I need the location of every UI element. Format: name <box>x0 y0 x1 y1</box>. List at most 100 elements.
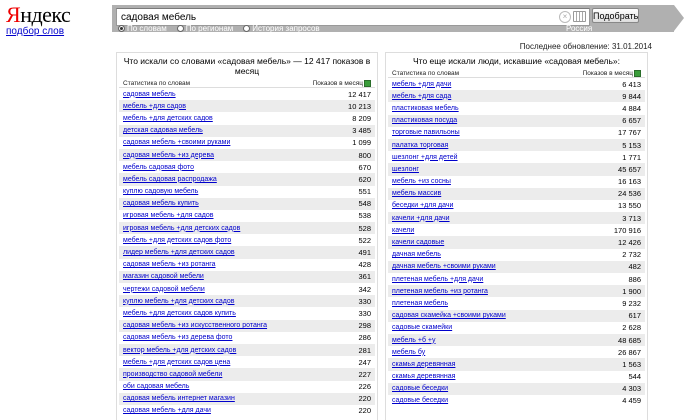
table-row: садовая мебель купить 548 <box>119 197 375 210</box>
impressions-count: 4 884 <box>622 103 641 113</box>
query-link[interactable]: качели садовые <box>392 239 444 246</box>
query-link[interactable]: вектор мебель +для детских садов <box>123 347 236 354</box>
query-link[interactable]: садовая скамейка +своими руками <box>392 312 506 319</box>
query-link[interactable]: мебель +для детских садов фото <box>123 237 231 244</box>
query-link[interactable]: мебель +б +у <box>392 337 436 344</box>
impressions-count: 2 732 <box>622 250 641 260</box>
query-link[interactable]: игровая мебель +для детских садов <box>123 225 240 232</box>
radio-icon[interactable] <box>176 25 184 32</box>
query-link[interactable]: мебель +из сосны <box>392 178 451 185</box>
query-link[interactable]: пластиковая посуда <box>392 117 457 124</box>
query-link[interactable]: шезлонг <box>392 166 419 173</box>
query-link[interactable]: магазин садовой мебели <box>123 273 204 280</box>
query-link[interactable]: садовые беседки <box>392 397 448 404</box>
query-link[interactable]: детская садовая мебель <box>123 127 203 134</box>
wordstat-link[interactable]: подбор слов <box>6 26 64 37</box>
right-panel: Что еще искали люди, искавшие «садовая м… <box>385 52 648 420</box>
table-row: пластиковая мебель 4 884 <box>388 102 645 114</box>
query-link[interactable]: беседки +для дачи <box>392 202 453 209</box>
query-link[interactable]: мебель +для садов <box>123 103 186 110</box>
query-link[interactable]: садовая мебель +своими руками <box>123 139 230 146</box>
query-link[interactable]: игровая мебель +для садов <box>123 212 214 219</box>
table-row: игровая мебель +для садов 538 <box>119 210 375 222</box>
query-link[interactable]: садовая мебель +из дерева фото <box>123 334 232 341</box>
mode-by-regions[interactable]: По регионам <box>176 24 233 33</box>
search-input[interactable] <box>121 10 561 24</box>
query-link[interactable]: плетеная мебель <box>392 300 448 307</box>
query-link[interactable]: садовая мебель +из ротанга <box>123 261 216 268</box>
query-link[interactable]: плетеная мебель +для дачи <box>392 276 483 283</box>
query-link[interactable]: пластиковая мебель <box>392 105 459 112</box>
query-link[interactable]: садовая мебель +для дачи <box>123 407 211 414</box>
table-row: плетеная мебель +из ротанга 1 900 <box>388 285 645 298</box>
query-link[interactable]: куплю мебель +для детских садов <box>123 298 234 305</box>
query-link[interactable]: мебель садовая фото <box>123 164 194 171</box>
query-link[interactable]: лидер мебель +для детских садов <box>123 249 235 256</box>
query-link[interactable]: садовая мебель +из дерева <box>123 152 214 159</box>
query-link[interactable]: дачная мебель +своими руками <box>392 263 496 270</box>
query-link[interactable]: качели <box>392 227 414 234</box>
table-row: пластиковая посуда 6 657 <box>388 114 645 127</box>
mode-history[interactable]: История запросов <box>243 24 320 33</box>
left-table-header: Статистика по словам Показов в месяц <box>119 76 375 88</box>
query-link[interactable]: мебель +для дачи <box>392 81 451 88</box>
table-row: куплю садовую мебель 551 <box>119 186 375 198</box>
query-link[interactable]: мебель +для сада <box>392 93 451 100</box>
impressions-count: 247 <box>358 357 371 367</box>
search-mode-group: По словам По регионам История запросов <box>118 24 320 33</box>
impressions-count: 428 <box>358 260 371 270</box>
query-link[interactable]: садовая мебель интернет магазин <box>123 395 235 402</box>
table-row: садовые скамейки 2 628 <box>388 322 645 334</box>
query-link[interactable]: мебель массив <box>392 190 441 197</box>
table-row: мебель бу 26 867 <box>388 346 645 358</box>
keyboard-icon[interactable] <box>573 11 586 22</box>
mode-by-words[interactable]: По словам <box>118 24 167 33</box>
table-row: садовая мебель +своими руками 1 099 <box>119 137 375 149</box>
impressions-count: 6 657 <box>622 116 641 126</box>
query-link[interactable]: куплю садовую мебель <box>123 188 198 195</box>
query-link[interactable]: садовая мебель купить <box>123 200 199 207</box>
query-link[interactable]: оби садовая мебель <box>123 383 189 390</box>
query-link[interactable]: садовая мебель <box>123 91 176 98</box>
excel-export-icon[interactable] <box>364 80 371 87</box>
query-link[interactable]: мебель +для детских садов <box>123 115 213 122</box>
radio-icon[interactable] <box>243 25 251 32</box>
query-link[interactable]: мебель +для детских садов цена <box>123 359 230 366</box>
query-link[interactable]: качели +для дачи <box>392 215 450 222</box>
impressions-count: 528 <box>358 223 371 233</box>
region-selector[interactable]: Россия <box>566 24 592 33</box>
impressions-count: 800 <box>358 150 371 160</box>
query-link[interactable]: мебель бу <box>392 349 425 356</box>
query-link[interactable]: дачная мебель <box>392 251 441 258</box>
query-link[interactable]: мебель +для детских садов купить <box>123 310 236 317</box>
query-link[interactable]: садовые скамейки <box>392 324 452 331</box>
yandex-logo[interactable]: Яндекс <box>6 4 71 26</box>
query-link[interactable]: чертежи садовой мебели <box>123 286 205 293</box>
query-link[interactable]: палатка торговая <box>392 142 448 149</box>
query-link[interactable]: производство садовой мебели <box>123 371 222 378</box>
right-table-body: мебель +для дачи 6 413 мебель +для сада 9 8… <box>386 78 647 407</box>
query-link[interactable]: скамья деревянная <box>392 361 455 368</box>
clear-icon[interactable]: × <box>559 11 571 23</box>
table-row: скамья деревянная 544 <box>388 371 645 383</box>
impressions-count: 482 <box>628 262 641 272</box>
query-link[interactable]: скамья деревянная <box>392 373 455 380</box>
query-link[interactable]: шезлонг +для детей <box>392 154 458 161</box>
impressions-count: 4 459 <box>622 396 641 406</box>
query-link[interactable]: плетеная мебель +из ротанга <box>392 288 488 295</box>
radio-selected-icon[interactable] <box>118 25 125 32</box>
submit-button[interactable]: Подобрать <box>592 8 639 23</box>
excel-export-icon[interactable] <box>634 70 641 77</box>
table-row: плетеная мебель +для дачи 886 <box>388 273 645 285</box>
query-link[interactable]: торговые павильоны <box>392 129 460 136</box>
query-link[interactable]: мебель садовая распродажа <box>123 176 217 183</box>
table-row: торговые павильоны 17 767 <box>388 127 645 139</box>
table-row: мебель +из сосны 16 163 <box>388 176 645 188</box>
table-row: качели +для дачи 3 713 <box>388 212 645 225</box>
table-row: лидер мебель +для детских садов 491 <box>119 246 375 259</box>
impressions-count: 45 657 <box>618 164 641 174</box>
table-row: садовая скамейка +своими руками 617 <box>388 309 645 322</box>
query-link[interactable]: садовые беседки <box>392 385 448 392</box>
impressions-count: 12 426 <box>618 238 641 248</box>
query-link[interactable]: садовая мебель +из искусственного ротанг… <box>123 322 267 329</box>
